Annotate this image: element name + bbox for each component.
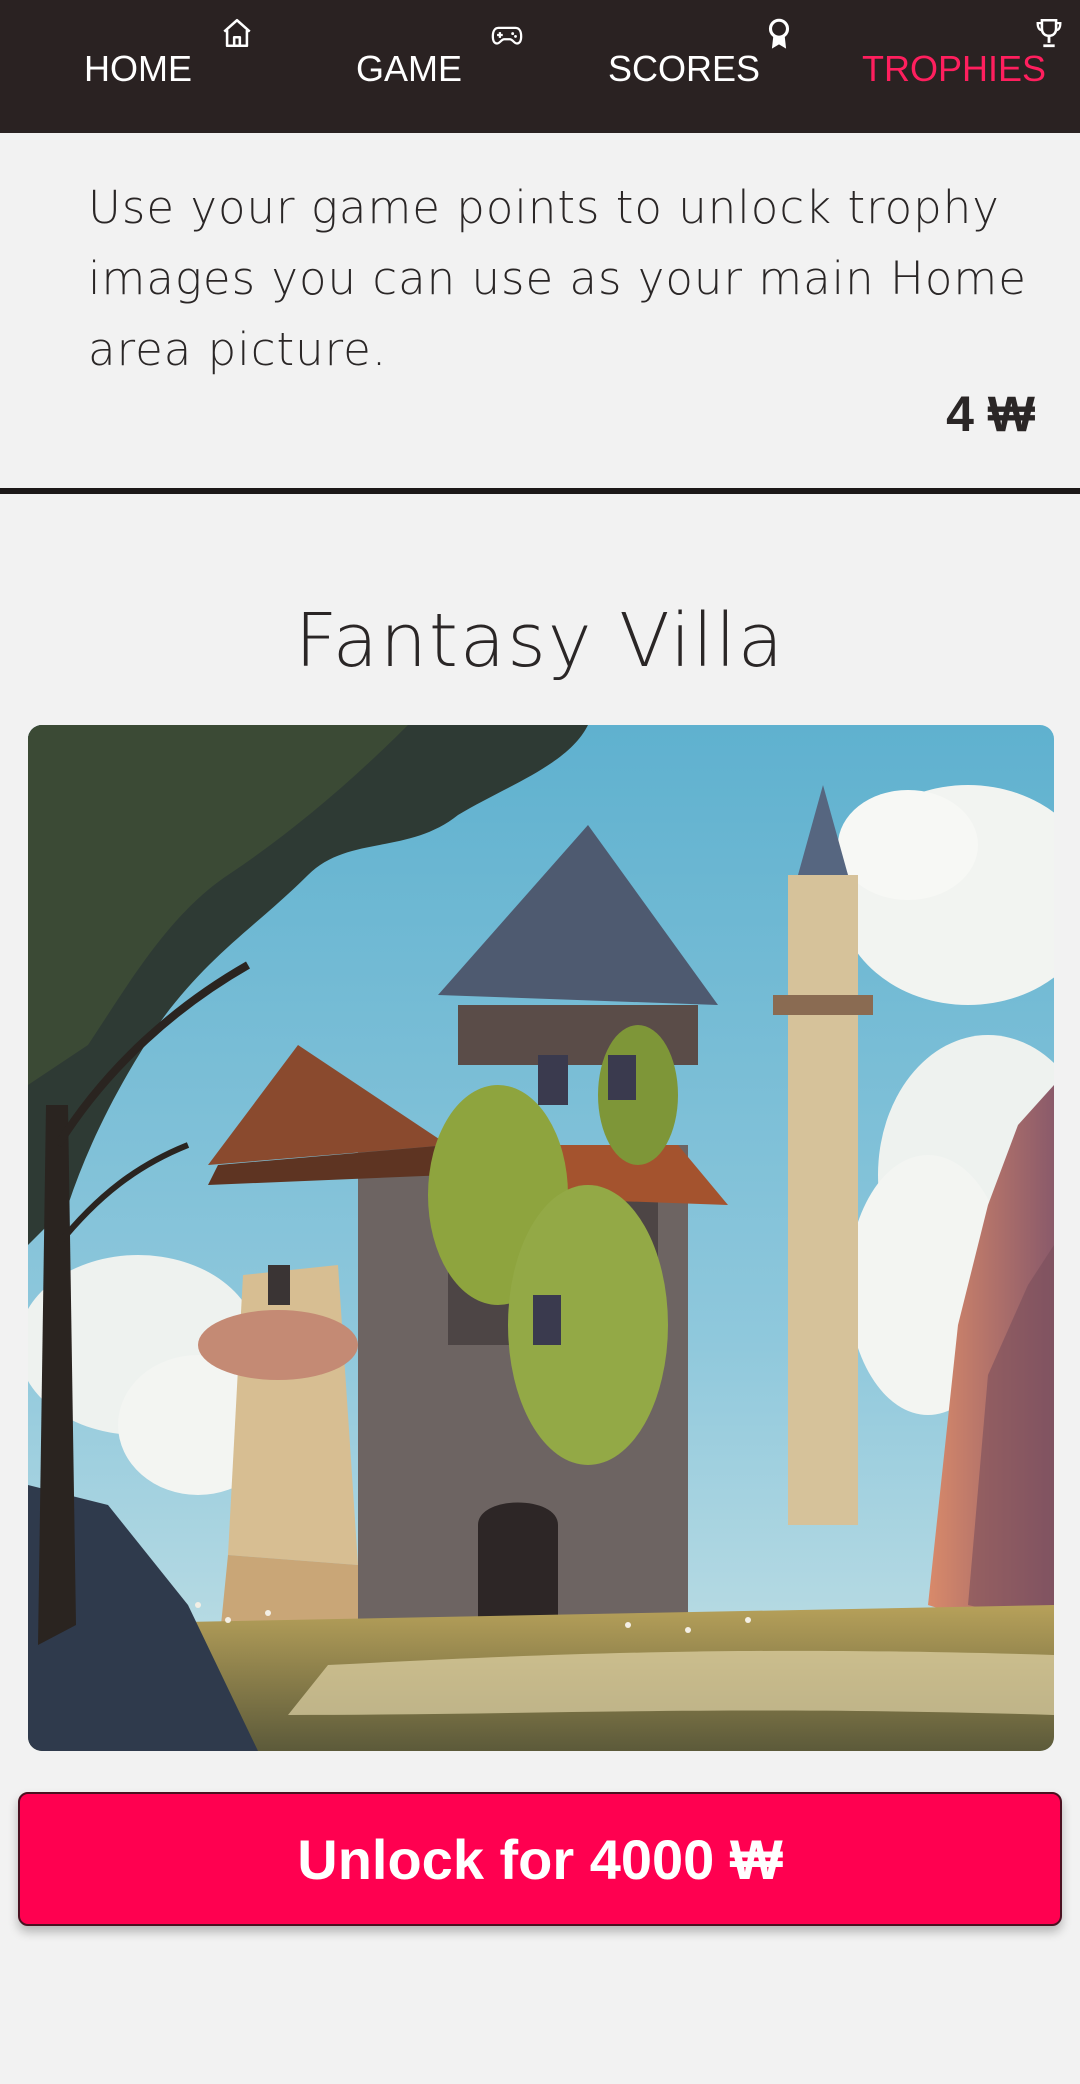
gamepad-icon	[491, 26, 523, 45]
unlock-button[interactable]: Unlock for 4000 ₩	[18, 1792, 1062, 1926]
tab-trophies[interactable]: TROPHIES	[840, 0, 1080, 133]
award-icon	[768, 18, 790, 49]
section-divider	[0, 488, 1080, 494]
home-icon	[223, 18, 251, 48]
points-balance: 4 ₩	[946, 386, 1035, 442]
fantasy-villa-illustration	[28, 725, 1054, 1751]
unlock-button-label: Unlock for 4000 ₩	[297, 1827, 783, 1891]
tab-home[interactable]: HOME	[60, 0, 260, 133]
tab-scores-label: SCORES	[608, 48, 761, 89]
intro-text: Use your game points to unlock trophy im…	[88, 181, 1027, 376]
tab-game-label: GAME	[356, 48, 463, 89]
tab-trophies-label: TROPHIES	[862, 48, 1047, 89]
trophy-image	[28, 725, 1054, 1751]
tab-home-label: HOME	[84, 48, 192, 89]
top-nav: HOME GAME SCORES TROPHIES	[0, 0, 1080, 133]
trophy-icon	[1036, 18, 1062, 48]
tab-game[interactable]: GAME	[330, 0, 550, 133]
tab-scores[interactable]: SCORES	[590, 0, 810, 133]
trophy-title: Fantasy Villa	[294, 598, 786, 684]
